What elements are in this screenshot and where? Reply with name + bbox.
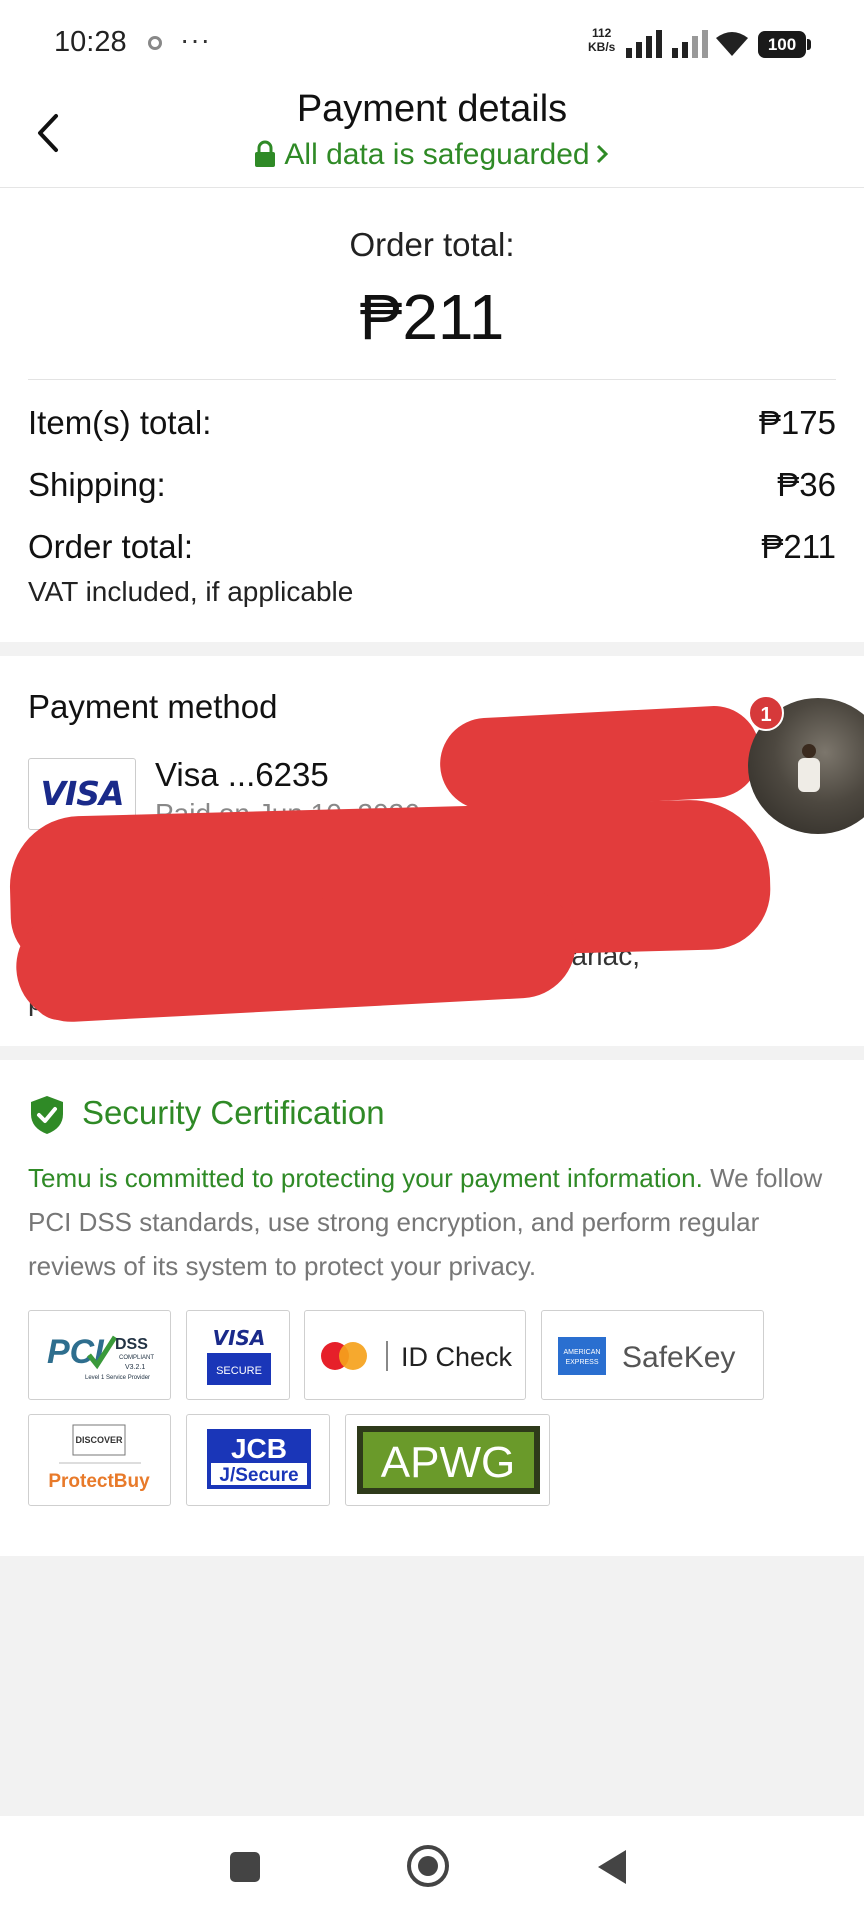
line-label: Shipping: <box>28 466 166 503</box>
jcb-jsecure-logo: JCB J/Secure <box>186 1414 330 1506</box>
empty-area <box>0 1556 864 1816</box>
recents-button-icon[interactable] <box>228 1850 262 1884</box>
pci-dss-logo: PCI DSS COMPLIANT V3.2.1 Level 1 Service… <box>28 1310 171 1400</box>
wifi-icon <box>716 32 748 56</box>
safekey-text: SafeKey <box>622 1341 735 1374</box>
network-speed: 112 KB/s <box>588 26 615 54</box>
lock-icon <box>255 140 276 167</box>
line-label: Item(s) total: <box>28 404 212 441</box>
back-button-icon[interactable] <box>596 1848 630 1886</box>
card-name: Visa ...6235 <box>155 756 329 793</box>
visa-secure-top: VISA <box>213 1326 266 1350</box>
line-value: ₱36 <box>777 466 836 503</box>
vat-note: VAT included, if applicable <box>28 576 354 607</box>
mastercard-text: ID Check <box>401 1342 513 1372</box>
line-value: ₱175 <box>758 404 836 441</box>
pci-compliant-text: COMPLIANT <box>119 1355 154 1361</box>
section-gap <box>0 642 864 656</box>
redaction-mark <box>30 960 90 1020</box>
line-value: ₱211 <box>761 528 836 565</box>
home-button-icon[interactable] <box>406 1844 450 1888</box>
apwg-logo: APWG <box>345 1414 550 1506</box>
battery-icon: 100 <box>758 31 811 58</box>
line-order-total: Order total: ₱211 <box>28 528 836 566</box>
security-description: Temu is committed to protecting your pay… <box>28 1156 834 1288</box>
avatar-head <box>802 744 816 758</box>
visa-secure-logo: VISA SECURE <box>186 1310 290 1400</box>
redaction-mark <box>437 703 763 813</box>
mastercard-idcheck-logo: ID Check <box>304 1310 526 1400</box>
network-speed-unit: KB/s <box>588 40 616 54</box>
order-total-label: Order total: <box>349 226 515 263</box>
chevron-right-icon <box>596 144 608 164</box>
signal-2-icon <box>672 30 708 58</box>
order-total-amount: ₱211 <box>359 281 505 353</box>
jcb-bottom: J/Secure <box>219 1465 298 1486</box>
security-description-highlight: Temu is committed to protecting your pay… <box>28 1163 703 1193</box>
safeguard-text: All data is safeguarded <box>284 138 590 171</box>
line-shipping: Shipping: ₱36 <box>28 466 836 504</box>
system-nav-bar <box>0 1816 864 1920</box>
order-summary-hero: Order total: ₱211 <box>0 188 864 380</box>
line-label: Order total: <box>28 528 194 565</box>
amex-bottom: EXPRESS <box>565 1359 598 1366</box>
notification-dot-icon <box>148 36 162 50</box>
status-time: 10:28 <box>54 26 127 58</box>
payment-method-title: Payment method <box>28 688 278 725</box>
shield-check-icon <box>31 1096 63 1134</box>
section-gap <box>0 1046 864 1060</box>
discover-protectbuy-logo: DISCOVER ProtectBuy <box>28 1414 171 1506</box>
pci-version-text: V3.2.1 <box>125 1364 145 1371</box>
visa-secure-bottom: SECURE <box>216 1365 262 1377</box>
avatar-figure <box>798 758 820 792</box>
page-title: Payment details <box>296 88 568 130</box>
line-item-total: Item(s) total: ₱175 <box>28 404 836 442</box>
jcb-top: JCB <box>231 1433 287 1464</box>
pci-dss-text: DSS <box>115 1336 148 1353</box>
protectbuy-text: ProtectBuy <box>48 1471 150 1492</box>
amex-top: AMERICAN <box>564 1349 601 1356</box>
pci-level-text: Level 1 Service Provider <box>85 1375 150 1381</box>
notification-badge: 1 <box>748 695 784 731</box>
more-notifications-icon: ··· <box>180 24 211 55</box>
discover-text: DISCOVER <box>75 1435 123 1445</box>
signal-1-icon <box>626 30 662 58</box>
header: Payment details All data is safeguarded <box>0 80 864 188</box>
safeguard-link[interactable]: All data is safeguarded <box>0 138 864 172</box>
divider <box>28 379 836 380</box>
amex-safekey-logo: AMERICAN EXPRESS SafeKey <box>541 1310 764 1400</box>
network-speed-value: 112 <box>591 26 612 40</box>
status-bar: 10:28 ··· 112 KB/s 100 <box>0 0 864 80</box>
apwg-text: APWG <box>381 1438 515 1487</box>
security-title: Security Certification <box>82 1094 385 1131</box>
